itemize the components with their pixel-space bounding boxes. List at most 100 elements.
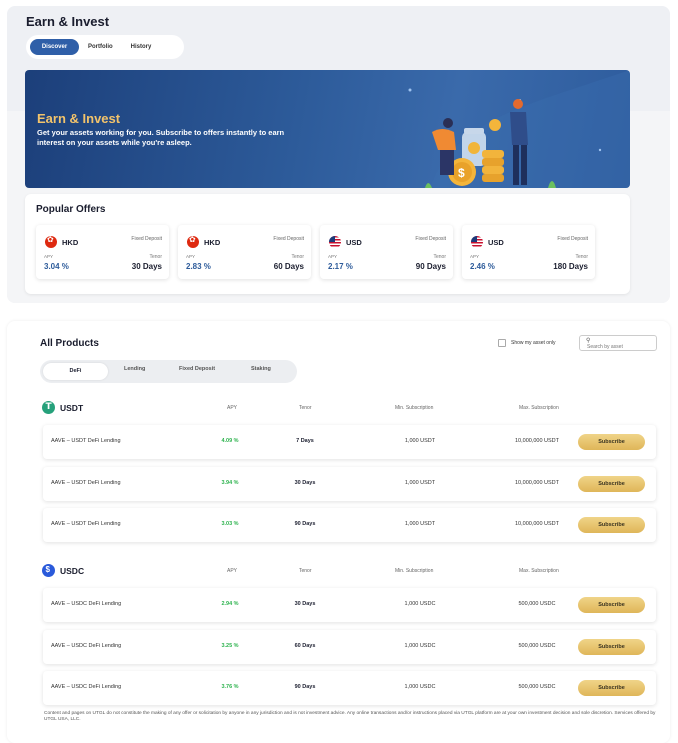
offer-apy-value: 2.46 % — [470, 262, 495, 271]
banner-title: Earn & Invest — [37, 111, 121, 126]
offer-apy-value: 2.83 % — [186, 262, 211, 271]
legal-disclaimer: Content and pages on UTGL do not constit… — [44, 711, 656, 722]
tenor-value: 7 Days — [296, 438, 314, 444]
min-subscription: 1,000 USDT — [404, 480, 436, 486]
product-name: AAVE – USDT DeFi Lending — [51, 521, 121, 527]
tenor-value: 90 Days — [294, 684, 316, 690]
offer-currency: HKD — [62, 238, 79, 247]
subscribe-button[interactable]: Subscribe — [578, 434, 645, 450]
subscribe-button[interactable]: Subscribe — [578, 517, 645, 533]
hk-flag-icon — [45, 235, 57, 248]
offer-card[interactable]: HKD Fixed Deposit APY Tenor 3.04 % 30 Da… — [36, 225, 169, 279]
popular-offers-title: Popular Offers — [36, 204, 106, 215]
col-min-subscription: Min. Subscription — [395, 568, 434, 574]
offer-tenor-value: 30 Days — [131, 262, 162, 271]
subscribe-button[interactable]: Subscribe — [578, 597, 645, 613]
apy-value: 4.09 % — [221, 438, 239, 444]
offer-card[interactable]: USD Fixed Deposit APY Tenor 2.46 % 180 D… — [462, 225, 595, 279]
offer-type: Fixed Deposit — [415, 236, 446, 242]
checkbox[interactable] — [498, 339, 506, 347]
offer-apy-label: APY — [328, 254, 338, 259]
asset-name: USDT — [60, 403, 84, 413]
tenor-value: 60 Days — [294, 643, 316, 649]
col-tenor: Tenor — [299, 568, 312, 574]
offer-tenor-label: Tenor — [291, 254, 304, 260]
apy-value: 3.94 % — [221, 480, 239, 486]
offer-tenor-label: Tenor — [149, 254, 162, 260]
offer-tenor-value: 180 Days — [553, 262, 588, 271]
col-max-subscription: Max. Subscription — [519, 405, 559, 411]
tenor-value: 90 Days — [294, 521, 316, 527]
us-flag-icon — [471, 236, 483, 248]
coins-illustration-icon: $ — [408, 70, 630, 188]
min-subscription: 1,000 USDC — [404, 684, 436, 690]
max-subscription: 10,000,000 USDT — [514, 438, 560, 444]
table-row: AAVE – USDT DeFi Lending 4.09 % 7 Days 1… — [43, 425, 656, 459]
product-name: AAVE – USDC DeFi Lending — [51, 684, 122, 690]
offer-apy-value: 3.04 % — [44, 262, 69, 271]
search-input[interactable]: ⚲ Search by asset — [579, 335, 657, 351]
tab-history[interactable]: History — [122, 39, 161, 55]
min-subscription: 1,000 USDC — [404, 601, 436, 607]
offer-tenor-value: 90 Days — [415, 262, 446, 271]
max-subscription: 500,000 USDC — [518, 684, 556, 690]
offer-tenor-label: Tenor — [433, 254, 446, 260]
svg-text:$: $ — [458, 166, 465, 180]
tenor-value: 30 Days — [294, 480, 316, 486]
offer-tenor-label: Tenor — [575, 254, 588, 260]
usdc-icon — [42, 564, 55, 577]
offer-currency: HKD — [204, 238, 221, 247]
offer-type: Fixed Deposit — [273, 236, 304, 242]
asset-name: USDC — [60, 566, 85, 576]
offer-card[interactable]: HKD Fixed Deposit APY Tenor 2.83 % 60 Da… — [178, 225, 311, 279]
subscribe-button[interactable]: Subscribe — [578, 680, 645, 696]
tab-fixed-deposit[interactable]: Fixed Deposit — [179, 366, 215, 372]
offer-apy-value: 2.17 % — [328, 262, 353, 271]
tab-defi[interactable]: DeFi — [43, 363, 108, 380]
tab-portfolio[interactable]: Portfolio — [79, 39, 122, 55]
product-name: AAVE – USDT DeFi Lending — [51, 438, 121, 444]
subscribe-button[interactable]: Subscribe — [578, 639, 645, 655]
offer-tenor-value: 60 Days — [273, 262, 304, 271]
hk-flag-icon — [187, 235, 199, 248]
col-apy: APY — [227, 568, 238, 574]
apy-value: 3.25 % — [221, 643, 239, 649]
subscribe-button[interactable]: Subscribe — [578, 476, 645, 492]
product-tabs: DeFi Lending Fixed Deposit Staking — [40, 360, 297, 383]
table-row: AAVE – USDC DeFi Lending 2.94 % 30 Days … — [43, 588, 656, 622]
offer-card[interactable]: USD Fixed Deposit APY Tenor 2.17 % 90 Da… — [320, 225, 453, 279]
col-apy: APY — [227, 405, 238, 411]
tab-lending[interactable]: Lending — [124, 366, 145, 372]
offer-apy-label: APY — [44, 254, 54, 259]
offer-type: Fixed Deposit — [557, 236, 588, 242]
apy-value: 3.76 % — [221, 684, 239, 690]
col-tenor: Tenor — [299, 405, 312, 411]
offer-currency: USD — [488, 238, 504, 247]
us-flag-icon — [329, 236, 341, 248]
banner-subtitle: Get your assets working for you. Subscri… — [37, 128, 285, 147]
usdt-section-header: USDT APY Tenor Min. Subscription Max. Su… — [42, 401, 662, 415]
min-subscription: 1,000 USDT — [404, 438, 436, 444]
show-my-asset-label: Show my asset only — [511, 340, 556, 346]
offer-currency: USD — [346, 238, 362, 247]
tab-discover[interactable]: Discover — [30, 39, 79, 55]
tab-staking[interactable]: Staking — [251, 366, 271, 372]
show-my-asset-toggle[interactable]: Show my asset only — [498, 339, 555, 347]
all-products-panel: All Products Show my asset only ⚲ Search… — [7, 321, 670, 743]
min-subscription: 1,000 USDT — [404, 521, 436, 527]
max-subscription: 500,000 USDC — [518, 601, 556, 607]
promo-banner: Earn & Invest Get your assets working fo… — [25, 70, 630, 188]
max-subscription: 10,000,000 USDT — [514, 480, 560, 486]
offer-type: Fixed Deposit — [131, 236, 162, 242]
page-title: Earn & Invest — [26, 14, 110, 29]
all-products-title: All Products — [40, 338, 99, 349]
table-row: AAVE – USDC DeFi Lending 3.25 % 60 Days … — [43, 630, 656, 664]
usdt-icon — [42, 401, 55, 414]
product-name: AAVE – USDC DeFi Lending — [51, 601, 122, 607]
col-min-subscription: Min. Subscription — [395, 405, 434, 411]
search-icon: ⚲ — [586, 338, 591, 344]
top-tabs: Discover Portfolio History — [26, 35, 184, 59]
search-placeholder: Search by asset — [587, 344, 623, 350]
usdc-section-header: USDC APY Tenor Min. Subscription Max. Su… — [42, 564, 662, 578]
apy-value: 3.03 % — [221, 521, 239, 527]
